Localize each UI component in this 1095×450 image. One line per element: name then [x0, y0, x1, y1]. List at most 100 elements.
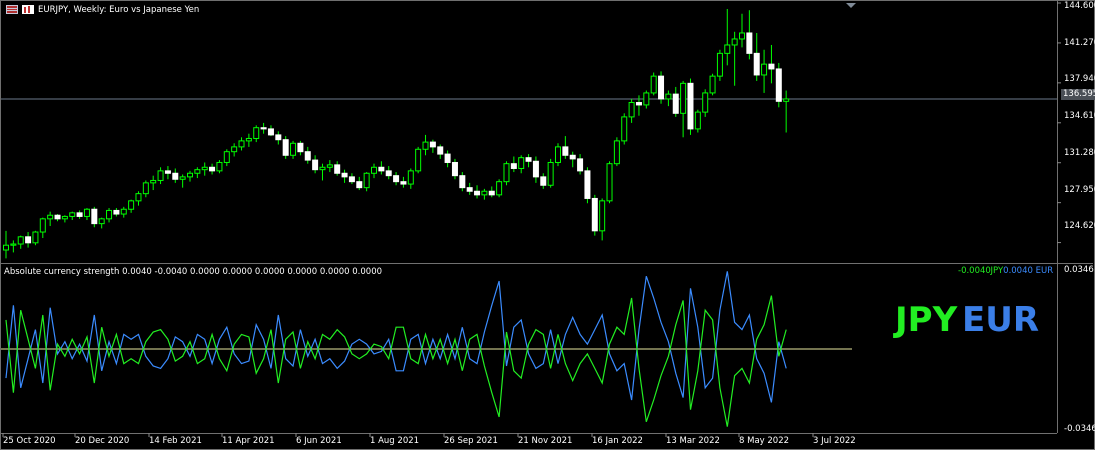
candle-body — [25, 236, 32, 244]
candle-body — [32, 231, 39, 244]
time-label: 13 Mar 2022 — [666, 436, 720, 446]
candle-body — [407, 170, 414, 185]
time-label: 26 Sep 2021 — [444, 436, 498, 446]
candle-body — [341, 172, 348, 178]
candle-body — [658, 75, 665, 100]
candle-body — [216, 161, 223, 172]
big-label-eur: EUR — [962, 300, 1040, 340]
candle-body — [223, 151, 230, 163]
candle-body — [672, 93, 679, 114]
candle-body — [209, 166, 216, 172]
candle-body — [606, 163, 613, 202]
candle-body — [76, 212, 83, 217]
candle-body — [106, 209, 113, 220]
candle-body — [400, 181, 407, 185]
candle-body — [716, 52, 723, 77]
candle-body — [187, 172, 193, 178]
chart-canvas[interactable] — [0, 0, 1095, 450]
candle-body — [194, 169, 201, 174]
candle-body — [201, 166, 208, 171]
chart-shift-marker — [846, 3, 856, 8]
candle-body — [172, 172, 179, 180]
candle-body — [739, 32, 745, 40]
price-label: 131.280 — [1064, 148, 1095, 158]
candle-body — [635, 102, 642, 106]
price-label: 134.610 — [1064, 111, 1095, 121]
candle-body — [466, 187, 473, 192]
candle-body — [113, 209, 120, 215]
time-label: 6 Jun 2021 — [296, 436, 342, 446]
candle-body — [238, 140, 245, 148]
candle-body — [128, 200, 135, 210]
candle-body — [150, 179, 157, 184]
candle-body — [231, 146, 238, 153]
candle-body — [496, 181, 503, 196]
candle-body — [304, 151, 311, 161]
candle-body — [371, 166, 377, 174]
candle-body — [135, 193, 142, 202]
candle-body — [61, 215, 68, 220]
candle-body — [275, 134, 282, 141]
time-label: 20 Dec 2020 — [75, 436, 130, 446]
indicator-line-eur — [5, 271, 787, 403]
indicator-line-jpy — [5, 295, 787, 427]
candle-body — [665, 93, 672, 100]
candle-body — [267, 128, 274, 136]
candle-body — [540, 176, 547, 186]
candle-body — [724, 44, 731, 54]
candle-body — [290, 142, 297, 156]
candle-body — [702, 92, 709, 113]
candle-body — [532, 160, 539, 178]
candle-body — [83, 208, 90, 217]
candle-body — [768, 63, 775, 70]
candle-body — [164, 170, 171, 174]
time-label: 3 Jul 2022 — [813, 436, 856, 446]
candle-body — [47, 214, 54, 220]
candle-body — [10, 243, 17, 246]
indicator-scale-top: 0.0346 — [1064, 265, 1094, 275]
candle-body — [429, 141, 436, 148]
candle-body — [628, 102, 635, 118]
candle-body — [451, 161, 458, 177]
candle-body — [746, 32, 753, 54]
time-label: 11 Apr 2021 — [222, 436, 275, 446]
candle-body — [775, 68, 782, 102]
current-price-badge: 136.595 — [1061, 89, 1095, 100]
candle-body — [3, 244, 9, 251]
candle-body — [680, 82, 687, 114]
candle-body — [731, 38, 738, 46]
candle-body — [120, 208, 127, 215]
time-label: 8 May 2022 — [739, 436, 790, 446]
candle-body — [385, 170, 392, 177]
candle-body — [569, 154, 576, 160]
candle-body — [179, 176, 186, 180]
candle-body — [378, 166, 385, 172]
candle-body — [525, 157, 532, 162]
price-label: 137.940 — [1064, 74, 1095, 84]
price-label: 144.600 — [1064, 1, 1095, 11]
time-label: 16 Jan 2022 — [592, 436, 643, 446]
candle-body — [245, 137, 252, 142]
time-label: 25 Oct 2020 — [3, 436, 56, 446]
candle-body — [253, 127, 260, 139]
candle-body — [694, 111, 701, 130]
candle-body — [326, 164, 333, 168]
candle-body — [481, 190, 488, 196]
candle-body — [643, 92, 650, 106]
candle-body — [312, 159, 319, 171]
legend-eur-value: 0.0040 — [1003, 266, 1033, 276]
candle-body — [613, 140, 620, 165]
candle-body — [356, 181, 363, 189]
candle-body — [547, 161, 554, 186]
candle-body — [555, 146, 561, 163]
candle-body — [591, 197, 598, 232]
candle-body — [334, 164, 341, 174]
candle-body — [474, 190, 481, 196]
candle-body — [282, 139, 289, 156]
candle-body — [761, 63, 768, 76]
candle-body — [415, 148, 422, 172]
candle-body — [753, 52, 760, 76]
indicator-scale-bottom: -0.0346 — [1064, 424, 1095, 434]
candle-body — [444, 153, 451, 163]
candle-body — [54, 214, 61, 220]
